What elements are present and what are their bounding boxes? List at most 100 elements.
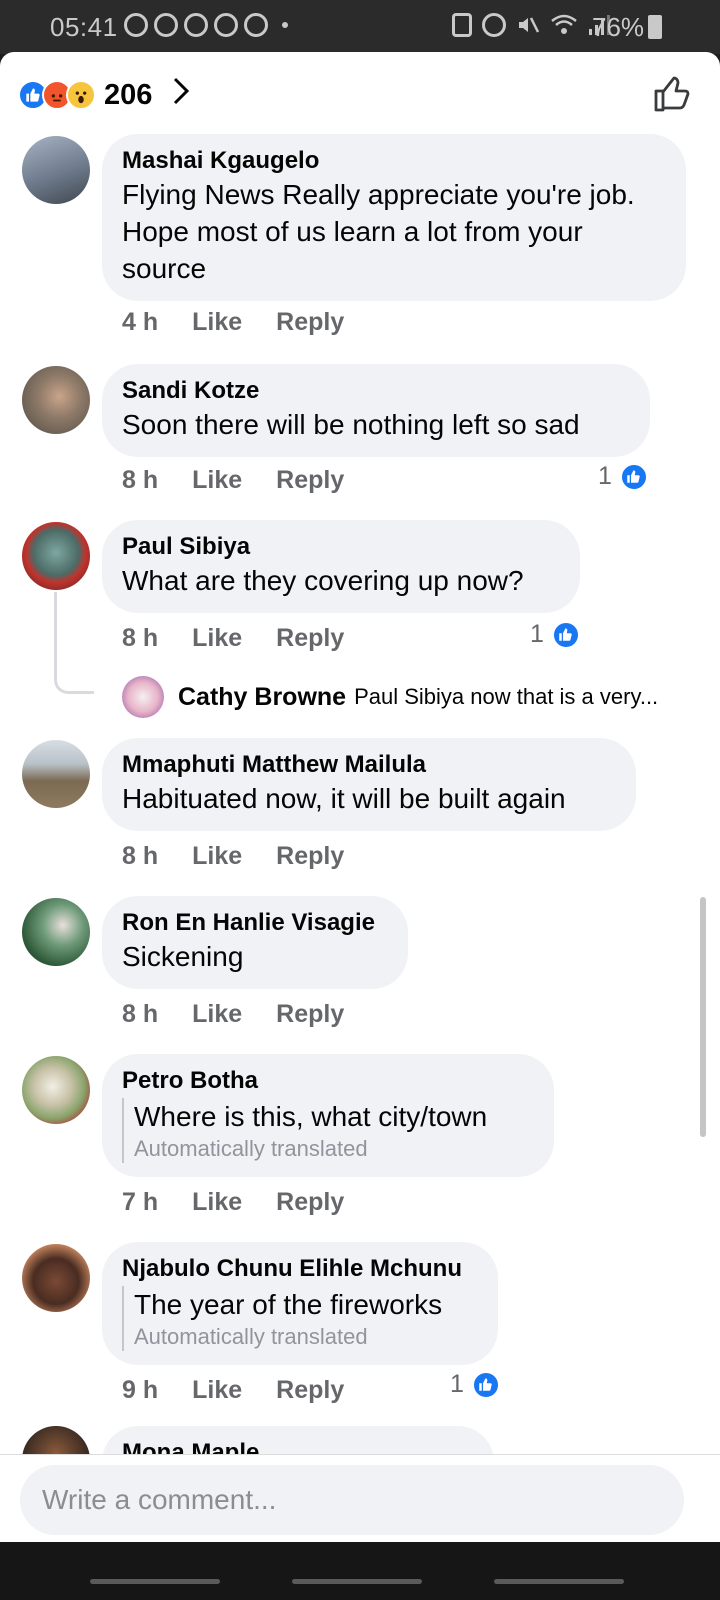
comment-text-line: source (122, 253, 207, 284)
whatsapp-icon (124, 13, 148, 37)
comment-text-line: What are they covering up now? (122, 565, 524, 596)
translation-note[interactable]: Automatically translated (134, 1323, 478, 1351)
comment-bubble[interactable]: Sandi Kotze Soon there will be nothing l… (102, 364, 650, 457)
avatar[interactable] (22, 366, 90, 434)
reply-author[interactable]: Cathy Browne (178, 683, 346, 712)
thread-line (54, 592, 94, 694)
comment-like-count[interactable]: 1 (450, 1370, 500, 1399)
like-badge-icon (619, 462, 648, 491)
reply-button[interactable]: Reply (276, 842, 344, 871)
avatar[interactable] (22, 522, 90, 590)
recents-nav-button[interactable] (90, 1579, 220, 1584)
translated-block: The year of the fireworks Automatically … (122, 1286, 478, 1351)
like-count: 1 (530, 620, 544, 648)
reply-preview[interactable]: Cathy Browne Paul Sibiya now that is a v… (122, 676, 658, 718)
reply-button[interactable]: Reply (276, 308, 344, 337)
avatar[interactable] (22, 740, 90, 808)
like-button[interactable]: Like (192, 842, 242, 871)
notification-icons (124, 13, 288, 37)
avatar[interactable] (22, 1244, 90, 1312)
chevron-right-icon (170, 76, 192, 114)
avatar[interactable] (22, 136, 90, 204)
home-nav-button[interactable] (292, 1579, 422, 1584)
reply-button[interactable]: Reply (276, 1376, 344, 1405)
comment-like-count[interactable]: 1 (530, 620, 580, 649)
reply-button[interactable]: Reply (276, 1188, 344, 1217)
comment-bubble[interactable]: Ron En Hanlie Visagie Sickening (102, 896, 408, 989)
like-badge-icon (551, 620, 580, 649)
comment-time: 8 h (122, 842, 159, 870)
comment-actions: 8 h Like Reply (122, 466, 344, 495)
comment-text-line: Soon there will be nothing left so sad (122, 409, 580, 440)
sync-icon (244, 13, 268, 37)
scrollbar-thumb[interactable] (700, 897, 706, 1137)
more-notifications-icon (282, 22, 288, 28)
comment-time: 7 h (122, 1188, 159, 1216)
reply-button[interactable]: Reply (276, 466, 344, 495)
comment-author[interactable]: Ron En Hanlie Visagie (122, 908, 388, 938)
comment-time: 8 h (122, 1000, 159, 1028)
like-count: 1 (598, 462, 612, 490)
system-nav-bar (0, 1542, 720, 1600)
avatar[interactable] (22, 898, 90, 966)
like-badge-icon (471, 1370, 500, 1399)
status-time: 05:41 (50, 12, 118, 42)
comment-author[interactable]: Paul Sibiya (122, 532, 560, 562)
lock-icon (452, 13, 472, 37)
like-count: 1 (450, 1370, 464, 1398)
comment-composer (0, 1454, 720, 1542)
comment-input[interactable] (20, 1465, 684, 1535)
comment-text-line: Where is this, what city/town (134, 1101, 488, 1132)
wifi-icon (551, 14, 577, 34)
like-button[interactable]: Like (192, 1376, 242, 1405)
reply-button[interactable]: Reply (276, 1000, 344, 1029)
avatar[interactable] (22, 1056, 90, 1124)
like-button[interactable]: Like (192, 308, 242, 337)
battery-percent: 76% (592, 12, 645, 42)
comment-time: 8 h (122, 466, 159, 494)
alarm-icon (482, 13, 506, 37)
comment-like-count[interactable]: 1 (598, 462, 648, 491)
comment-time: 4 h (122, 308, 159, 336)
translation-note[interactable]: Automatically translated (134, 1135, 534, 1163)
comment-actions: 8 h Like Reply (122, 624, 344, 653)
comment-author[interactable]: Njabulo Chunu Elihle Mchunu (122, 1254, 478, 1284)
comment-time: 9 h (122, 1376, 159, 1404)
comment-text-line: Habituated now, it will be built again (122, 783, 566, 814)
comment-author[interactable]: Mashai Kgaugelo (122, 146, 666, 176)
comment-text-line: Hope most of us learn a lot from your (122, 216, 583, 247)
like-button[interactable]: Like (192, 624, 242, 653)
comment-time: 8 h (122, 624, 159, 652)
like-button[interactable]: Like (192, 1000, 242, 1029)
comment-bubble[interactable]: Mmaphuti Matthew Mailula Habituated now,… (102, 738, 636, 831)
comment-bubble[interactable]: Njabulo Chunu Elihle Mchunu The year of … (102, 1242, 498, 1365)
reactions-summary[interactable]: 206 (18, 76, 192, 114)
comment-author[interactable]: Sandi Kotze (122, 376, 630, 406)
comment-bubble[interactable]: Mashai Kgaugelo Flying News Really appre… (102, 134, 686, 301)
comment-bubble[interactable]: Paul Sibiya What are they covering up no… (102, 520, 580, 613)
reply-avatar[interactable] (122, 676, 164, 718)
reaction-count: 206 (104, 78, 153, 111)
thumbs-up-icon[interactable] (652, 74, 692, 114)
comment-author[interactable]: Petro Botha (122, 1066, 534, 1096)
mute-icon (519, 17, 540, 33)
comment-actions: 8 h Like Reply (122, 1000, 344, 1029)
like-button[interactable]: Like (192, 466, 242, 495)
back-nav-button[interactable] (494, 1579, 624, 1584)
system-icons (452, 13, 610, 37)
comment-bubble[interactable]: Petro Botha Where is this, what city/tow… (102, 1054, 554, 1177)
reply-button[interactable]: Reply (276, 624, 344, 653)
wow-reaction-icon (66, 80, 96, 110)
battery-icon (648, 15, 662, 39)
comment-actions: 7 h Like Reply (122, 1188, 344, 1217)
reply-text: Paul Sibiya now that is a very... (354, 684, 659, 709)
comment-author[interactable]: Mmaphuti Matthew Mailula (122, 750, 616, 780)
comment-text-line: The year of the fireworks (134, 1289, 443, 1320)
comment-text-line: Sickening (122, 941, 244, 972)
comment-text-line: Flying News Really appreciate you're job… (122, 179, 635, 210)
like-button[interactable]: Like (192, 1188, 242, 1217)
messenger-icon (154, 13, 178, 37)
comment-actions: 9 h Like Reply (122, 1376, 344, 1405)
comments-sheet: 206 Mashai Kgaugelo Flying News Really a… (0, 52, 720, 1542)
status-bar: 05:41 76% (0, 0, 720, 54)
